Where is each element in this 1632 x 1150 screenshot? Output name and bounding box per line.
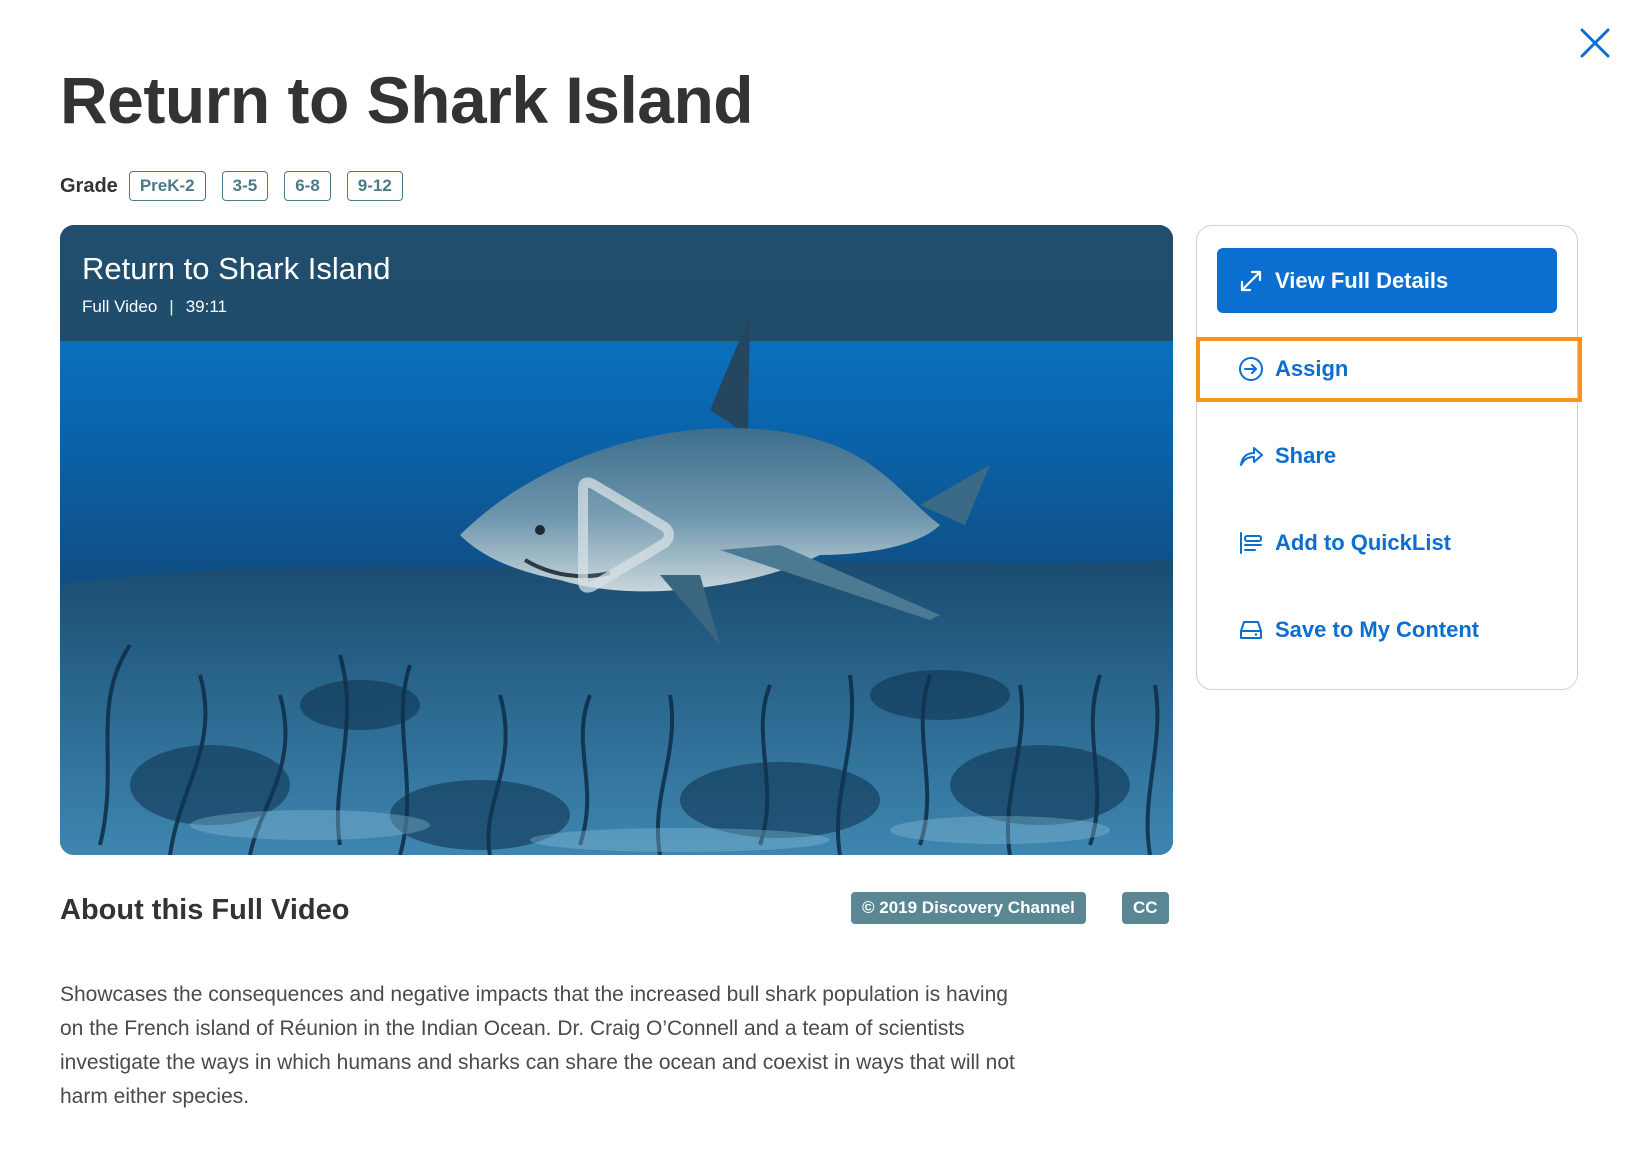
play-button[interactable] (565, 475, 677, 595)
save-to-my-content-label: Save to My Content (1275, 617, 1480, 642)
grade-label: Grade (60, 174, 118, 197)
share-icon (1237, 442, 1265, 470)
video-title: Return to Shark Island (82, 251, 391, 286)
save-to-my-content-button[interactable]: Save to My Content (1217, 598, 1557, 662)
view-full-details-button[interactable]: View Full Details (1217, 248, 1557, 313)
copyright-badge: © 2019 Discovery Channel (851, 892, 1086, 924)
video-header: Return to Shark Island Full Video | 39:1… (60, 225, 1173, 341)
add-to-quicklist-label: Add to QuickList (1275, 530, 1451, 555)
assign-icon (1237, 355, 1265, 383)
grade-row: Grade PreK-2 3-5 6-8 9-12 (60, 170, 419, 202)
view-full-details-label: View Full Details (1275, 267, 1449, 293)
cc-badge[interactable]: CC (1122, 892, 1169, 924)
grade-chip-9-12[interactable]: 9-12 (346, 171, 403, 201)
assign-label: Assign (1275, 356, 1349, 381)
video-type: Full Video (82, 297, 158, 316)
expand-icon (1237, 267, 1265, 295)
meta-separator: | (169, 297, 174, 316)
save-drive-icon (1237, 616, 1265, 644)
close-icon (1580, 28, 1610, 58)
assign-button[interactable]: Assign (1217, 337, 1557, 401)
grade-chip-prek-2[interactable]: PreK-2 (128, 171, 206, 201)
video-player[interactable]: Return to Shark Island Full Video | 39:1… (60, 225, 1173, 855)
about-title: About this Full Video (60, 894, 350, 926)
grade-chip-6-8[interactable]: 6-8 (284, 171, 331, 201)
video-description: Showcases the consequences and negative … (60, 983, 1015, 1108)
quicklist-icon (1237, 529, 1265, 557)
video-duration: 39:11 (185, 297, 227, 316)
play-icon (578, 477, 674, 593)
close-button[interactable] (1578, 26, 1612, 60)
grade-chip-3-5[interactable]: 3-5 (221, 171, 269, 201)
add-to-quicklist-button[interactable]: Add to QuickList (1217, 511, 1557, 575)
share-label: Share (1275, 443, 1337, 468)
share-button[interactable]: Share (1217, 424, 1557, 488)
page-title: Return to Shark Island (60, 63, 754, 137)
video-meta: Full Video | 39:11 (82, 297, 227, 317)
